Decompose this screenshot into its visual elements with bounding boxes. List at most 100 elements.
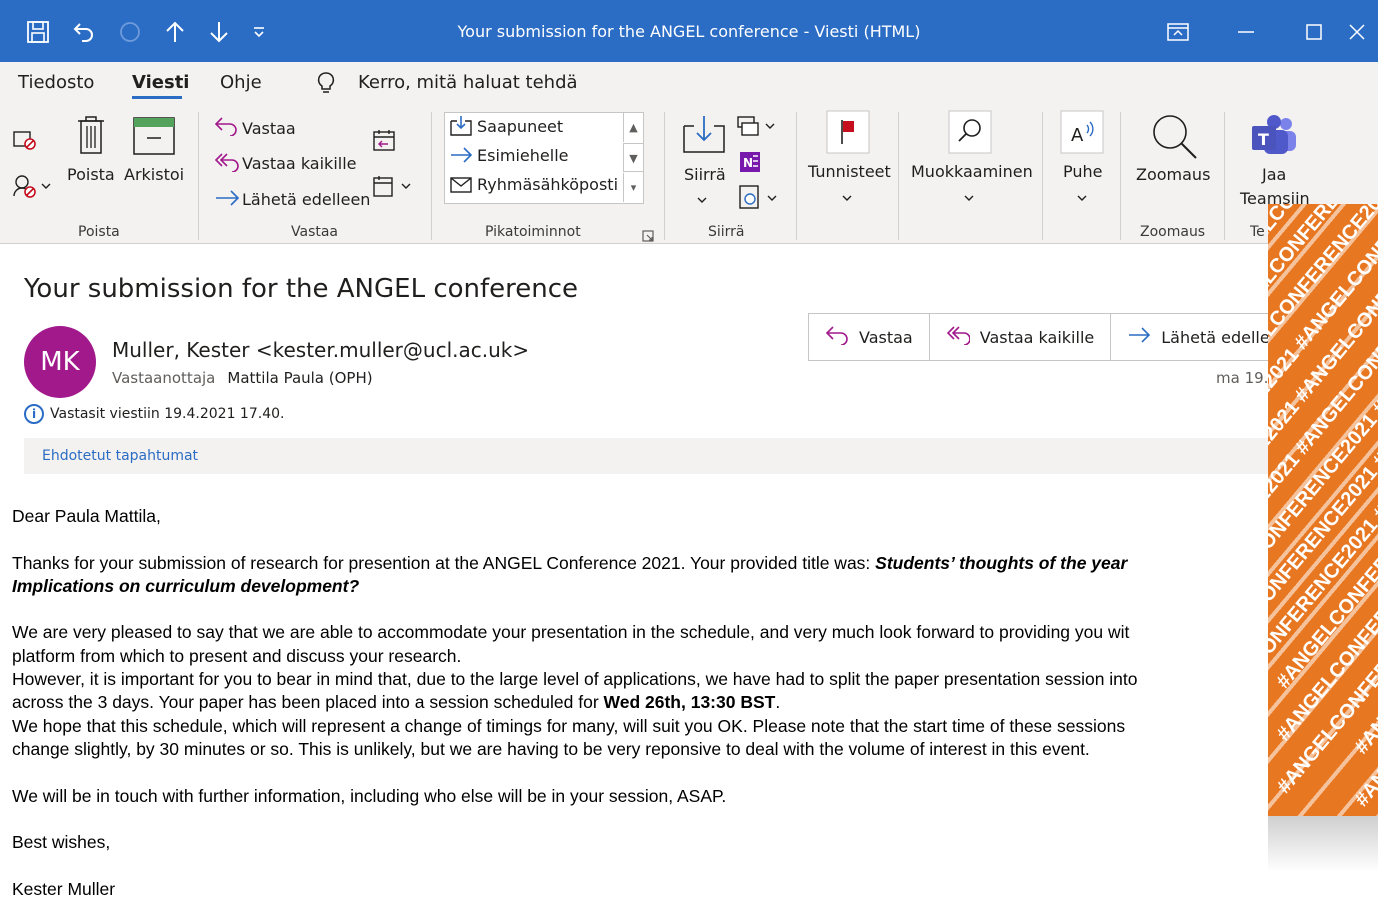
paper-title-part2: Implications on curriculum development? (12, 575, 360, 596)
team-email-icon (449, 175, 473, 199)
tab-help[interactable]: Ohje (220, 72, 262, 93)
paragraph-1: Thanks for your submission of research f… (12, 552, 1378, 575)
signature: Kester Muller (12, 878, 116, 899)
quick-steps-gallery: Saapuneet Esimiehelle Ryhmäsähköposti ▲ … (444, 112, 644, 204)
tell-me-search[interactable]: Kerro, mitä haluat tehdä (358, 72, 578, 93)
speech-button[interactable]: Puhe (1063, 162, 1103, 181)
reply-all-button[interactable]: Vastaa kaikille (242, 154, 357, 173)
banner-shadow (1268, 816, 1378, 872)
reply-icon (825, 325, 849, 349)
flag-icon[interactable] (826, 110, 870, 158)
window-controls (1144, 14, 1378, 54)
to-manager-icon (449, 145, 473, 169)
zoom-icon[interactable] (1150, 112, 1200, 166)
forward-icon (214, 188, 240, 212)
group-label-zoom: Zoomaus (1140, 224, 1206, 240)
paragraph-2-line5: We hope that this schedule, which will r… (12, 715, 1126, 736)
separator (796, 112, 797, 240)
info-bar: i Vastasit viestiin 19.4.2021 17.40. (24, 404, 284, 424)
forward-button[interactable]: Lähetä edelleen (242, 190, 370, 209)
group-label-delete: Poista (78, 224, 120, 240)
svg-text:N: N (743, 156, 753, 170)
session-time: Wed 26th, 13:30 BST (603, 692, 776, 713)
ribbon-display-icon[interactable] (1144, 23, 1212, 45)
ignore-icon[interactable] (12, 128, 38, 156)
group-label-teams: Te (1250, 224, 1265, 240)
scroll-up-icon[interactable]: ▲ (623, 113, 643, 142)
teams-icon[interactable]: T (1250, 114, 1298, 160)
scroll-down-icon[interactable]: ▼ (623, 143, 643, 172)
paragraph-2-line2: platform from which to present and discu… (12, 645, 462, 666)
sender[interactable]: Muller, Kester <kester.muller@ucl.ac.uk> (112, 338, 529, 362)
quick-step-manager[interactable]: Esimiehelle (477, 146, 568, 165)
separator (431, 112, 432, 240)
move-button[interactable]: Siirrä (684, 165, 726, 184)
chevron-down-icon[interactable] (696, 190, 708, 209)
forward-action-label: Lähetä edelle (1161, 327, 1270, 347)
actions-icon[interactable] (738, 184, 778, 214)
more-respond-icon[interactable] (372, 174, 412, 202)
group-label-respond: Vastaa (291, 224, 339, 240)
separator (664, 112, 665, 240)
reply-action-button[interactable]: Vastaa (809, 314, 930, 360)
minimize-icon[interactable] (1212, 23, 1280, 45)
reply-all-action-button[interactable]: Vastaa kaikille (930, 314, 1112, 360)
read-aloud-icon[interactable]: A (1060, 110, 1104, 158)
message-date: ma 19. (1216, 369, 1269, 387)
share-teams-line1[interactable]: Jaa (1262, 165, 1286, 184)
info-text: Vastasit viestiin 19.4.2021 17.40. (50, 406, 285, 422)
junk-icon[interactable] (12, 174, 52, 202)
move-icon[interactable] (682, 114, 726, 158)
chevron-down-icon[interactable] (841, 188, 853, 207)
gallery-expand-icon[interactable]: ▾ (623, 173, 643, 202)
maximize-icon[interactable] (1280, 23, 1348, 45)
forward-icon (1127, 325, 1151, 349)
greeting: Dear Paula Mattila, (12, 506, 161, 526)
separator (198, 112, 199, 240)
chevron-down-icon[interactable] (963, 188, 975, 207)
angel-conference-banner: #ANGELCONFERENCE2021 #ANGELCONFERENCE202… (1268, 204, 1378, 816)
zoom-button[interactable]: Zoomaus (1136, 165, 1210, 184)
reply-action-label: Vastaa (859, 327, 913, 347)
find-icon[interactable] (948, 110, 992, 158)
message-body: Dear Paula Mattila, Thanks for your subm… (12, 505, 1378, 901)
reply-all-icon (946, 325, 971, 349)
group-label-quick-steps: Pikatoiminnot (485, 224, 581, 240)
meeting-reply-icon[interactable] (372, 128, 398, 156)
archive-button[interactable]: Arkistoi (124, 165, 184, 184)
reply-icon (214, 116, 240, 140)
tab-message[interactable]: Viesti (132, 72, 189, 93)
reply-all-icon (214, 152, 240, 176)
tab-file[interactable]: Tiedosto (18, 72, 94, 93)
onenote-icon[interactable]: N (738, 150, 762, 178)
separator (1224, 112, 1225, 240)
chevron-down-icon[interactable] (1076, 188, 1088, 207)
editing-button[interactable]: Muokkaaminen (911, 162, 1033, 181)
close-icon[interactable] (1348, 23, 1378, 45)
active-tab-indicator (132, 96, 182, 99)
delete-button[interactable]: Poista (67, 165, 115, 184)
rules-icon[interactable] (736, 114, 776, 142)
recipient-label: Vastaanottaja (112, 369, 216, 387)
ribbon: Poista Arkistoi Poista Vastaa Vastaa kai… (0, 104, 1378, 244)
recipient-line: Vastaanottaja Mattila Paula (OPH) (112, 369, 373, 387)
quick-step-team-email[interactable]: Ryhmäsähköposti (477, 175, 618, 194)
recipient-name[interactable]: Mattila Paula (OPH) (227, 369, 372, 387)
archive-icon[interactable] (132, 116, 176, 160)
paragraph-2-line4: across the 3 days. Your paper has been p… (12, 691, 1378, 714)
reply-button[interactable]: Vastaa (242, 119, 296, 138)
separator (1120, 112, 1121, 240)
separator (898, 112, 899, 240)
closing: Best wishes, (12, 832, 111, 853)
forward-action-button[interactable]: Lähetä edelle (1111, 314, 1285, 360)
dialog-launcher-icon[interactable] (642, 227, 654, 246)
suggested-events-link[interactable]: Ehdotetut tapahtumat (24, 438, 1378, 474)
reply-all-action-label: Vastaa kaikille (979, 327, 1095, 347)
lightbulb-icon (316, 71, 336, 100)
quick-step-inbox[interactable]: Saapuneet (477, 117, 563, 136)
avatar[interactable]: MK (24, 326, 96, 398)
tags-button[interactable]: Tunnisteet (808, 162, 891, 181)
svg-text:A: A (1071, 125, 1084, 146)
schedule-text: across the 3 days. Your paper has been p… (12, 692, 604, 713)
delete-icon[interactable] (76, 114, 106, 160)
